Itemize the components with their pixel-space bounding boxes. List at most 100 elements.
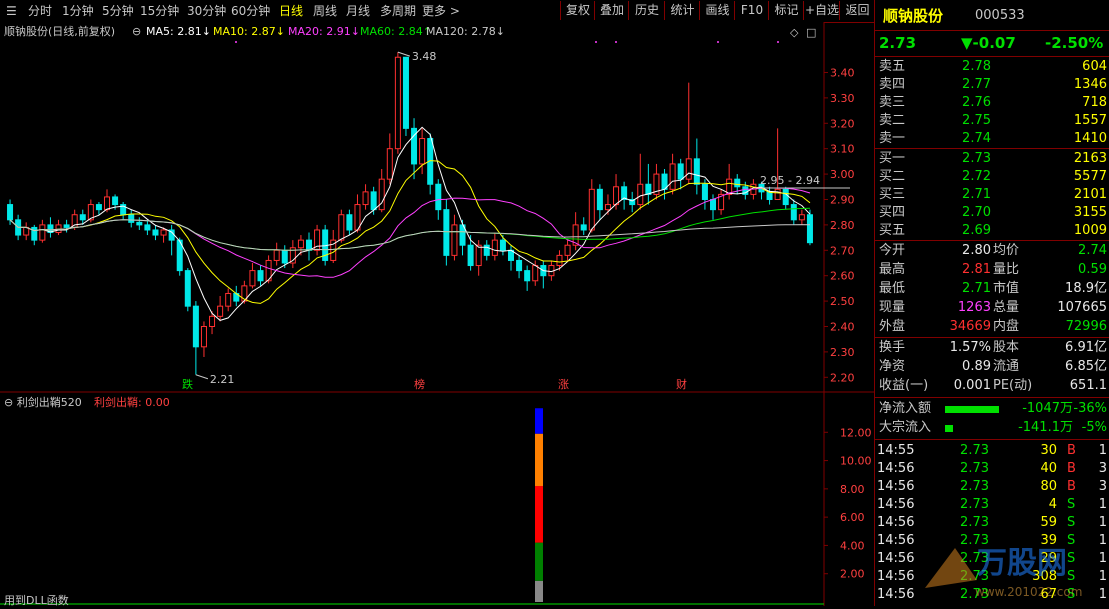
candle-body [669, 163, 676, 190]
toolbar-button-5[interactable]: F10 [734, 1, 769, 20]
fund-label: 净资 [879, 359, 906, 374]
tick-price: 2.73 [960, 479, 989, 494]
tick-count: 3 [1098, 479, 1107, 494]
divider [875, 439, 1109, 440]
last-price: 2.73 [879, 34, 917, 52]
period-tab-2[interactable]: 5分钟 [102, 3, 134, 19]
tick-row: 14:55 2.73 30 B 1 [875, 442, 1109, 460]
bid-volume: 5577 [1073, 169, 1107, 184]
indicator-bar-segment [535, 580, 543, 602]
bid-volume: 2163 [1073, 151, 1107, 166]
event-marker: 财 [676, 377, 687, 391]
toolbar-button-2[interactable]: 历史 [628, 1, 665, 20]
stat-label: 市值 [993, 281, 1020, 296]
ask-volume: 604 [1082, 59, 1107, 74]
candle-body [451, 224, 458, 256]
price-tick-label: 2.70 [830, 244, 855, 257]
candle-body [305, 239, 313, 251]
stat-value: 1263 [957, 300, 991, 315]
stock-header: 顺钠股份 000533 [875, 5, 1109, 27]
fund-value: 651.1 [1069, 378, 1107, 393]
stat-row: 今开 2.80 均价 2.74 [875, 242, 1109, 260]
toolbar-button-4[interactable]: 画线 [699, 1, 735, 20]
candle-body [637, 183, 644, 206]
menu-icon[interactable]: ☰ [6, 3, 17, 19]
ask-price: 2.76 [962, 95, 991, 110]
chart-stock-label: 顺钠股份(日线,前复权) [4, 24, 115, 38]
tick-time: 14:56 [877, 515, 915, 530]
divider [875, 240, 1109, 241]
tick-side: B [1067, 443, 1076, 458]
flow-pct: -5% [1081, 420, 1107, 435]
price-change: ▼-0.07 [961, 34, 1016, 52]
candle-body [491, 239, 498, 256]
event-marker: 涨 [558, 378, 569, 391]
ask-label: 卖五 [879, 59, 906, 74]
toolbar-button-3[interactable]: 统计 [664, 1, 700, 20]
candle-body [39, 224, 46, 241]
period-tab-10[interactable]: 更多 > [422, 3, 460, 19]
toolbar-button-1[interactable]: 叠加 [594, 1, 629, 20]
indicator-tick-label: 8.00 [840, 483, 865, 496]
candle-body [806, 214, 813, 244]
kline-chart[interactable]: 顺钠股份(日线,前复权) ⊖ MA5: 2.81↓ MA10: 2.87↓ MA20: … [0, 22, 874, 606]
tick-price: 2.73 [960, 443, 989, 458]
stat-label: 最低 [879, 281, 906, 296]
candle-body [685, 158, 692, 180]
stock-name: 顺钠股份 [883, 7, 944, 25]
stat-value: 72996 [1065, 319, 1107, 334]
fund-label: 股本 [993, 340, 1020, 355]
indicator-value: 利剑出鞘: 0.00 [94, 395, 170, 409]
period-tab-6[interactable]: 日线 [279, 3, 303, 19]
tick-price: 2.73 [960, 497, 989, 512]
fund-row: 收益(一) 0.001 PE(动) 651.1 [875, 377, 1109, 395]
price-tick-label: 2.40 [830, 320, 855, 333]
candle-body [209, 315, 216, 327]
price-tick-label: 2.20 [830, 371, 855, 384]
candle-body [338, 214, 345, 241]
toolbar-button-0[interactable]: 复权 [560, 1, 595, 20]
stat-value: 2.74 [1078, 243, 1107, 258]
period-tab-1[interactable]: 1分钟 [62, 3, 94, 19]
period-tab-9[interactable]: 多周期 [380, 3, 416, 19]
toolbar-button-7[interactable]: +自选 [803, 1, 840, 20]
candle-body [79, 214, 86, 221]
bid-volume: 1009 [1073, 223, 1107, 238]
tick-time: 14:56 [877, 497, 915, 512]
candle-body [128, 214, 135, 223]
period-tab-7[interactable]: 周线 [313, 3, 337, 19]
ma-legend-item: MA10: 2.87↓ [213, 25, 285, 38]
period-tab-4[interactable]: 30分钟 [187, 3, 226, 19]
fund-value: 1.57% [949, 340, 991, 355]
candle-body [774, 188, 781, 200]
candle-body [200, 325, 207, 348]
ask-price: 2.75 [962, 113, 991, 128]
candle-body [394, 56, 401, 150]
diamond-icon: ◇ [790, 26, 799, 39]
candle-body [362, 191, 369, 206]
candle-body [516, 259, 523, 272]
toolbar-button-6[interactable]: 标记 [768, 1, 804, 20]
flow-value: -141.1万 [1018, 420, 1073, 435]
toolbar-button-8[interactable]: 返回 [839, 1, 875, 20]
candle-body [475, 244, 482, 267]
price-change-pct: -2.50% [1045, 34, 1104, 52]
stat-label: 内盘 [993, 319, 1020, 334]
tick-row: 14:56 2.73 40 B 3 [875, 460, 1109, 478]
price-tick-label: 3.30 [830, 92, 855, 105]
indicator-tick-label: 2.00 [840, 568, 865, 581]
candle-body [103, 196, 111, 211]
period-tab-3[interactable]: 15分钟 [140, 3, 179, 19]
period-tab-5[interactable]: 60分钟 [231, 3, 270, 19]
indicator-tick-label: 6.00 [840, 511, 865, 524]
stat-row: 现量 1263 总量 107665 [875, 299, 1109, 317]
stat-value: 34669 [949, 319, 991, 334]
price-summary: 2.73 ▼-0.07 -2.50% [875, 33, 1109, 53]
candle-body [693, 158, 700, 185]
logo-arrow-icon [925, 548, 977, 588]
period-tab-0[interactable]: 分时 [28, 3, 52, 19]
fund-value: 0.001 [953, 378, 991, 393]
tick-price: 2.73 [960, 461, 989, 476]
divider [875, 397, 1109, 398]
period-tab-8[interactable]: 月线 [346, 3, 370, 19]
